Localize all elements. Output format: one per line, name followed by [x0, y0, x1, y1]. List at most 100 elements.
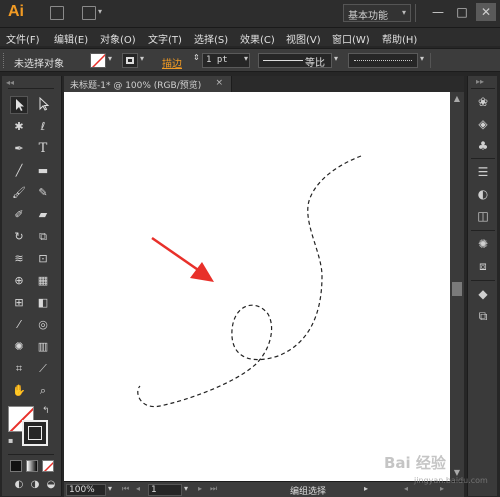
document-tab-bar: 未标题-1* @ 100% (RGB/预览) × [64, 76, 464, 92]
bridge-icon[interactable] [50, 6, 64, 20]
graphic-styles-icon[interactable]: ⧈ [475, 258, 491, 274]
close-tab-icon[interactable]: × [215, 78, 223, 88]
variable-width-profile[interactable]: 等比 [258, 53, 332, 69]
color-mode-icon[interactable] [10, 460, 22, 472]
symbol-sprayer-tool-icon[interactable]: ✺ [10, 338, 28, 356]
scroll-up-icon[interactable]: ▲ [452, 94, 462, 103]
free-transform-tool-icon[interactable]: ⊡ [34, 250, 52, 268]
next-artboard-icon[interactable]: ▸ [198, 484, 202, 493]
menu-file[interactable]: 文件(F) [6, 31, 40, 46]
direct-selection-tool-icon[interactable] [34, 96, 52, 114]
line-tool-icon[interactable]: ╱ [10, 162, 28, 180]
transparency-icon[interactable]: ◫ [475, 208, 491, 224]
pen-tool-icon[interactable]: ✒ [10, 140, 28, 158]
swatches-icon[interactable]: ♣ [475, 138, 491, 154]
status-menu-icon[interactable]: ▸ [364, 484, 368, 493]
perspective-grid-tool-icon[interactable]: ▦ [34, 272, 52, 290]
previous-artboard-icon[interactable]: ◂ [136, 484, 140, 493]
menu-window[interactable]: 窗口(W) [332, 31, 370, 46]
menu-effect[interactable]: 效果(C) [240, 31, 275, 46]
first-artboard-icon[interactable]: ⏮ [122, 484, 129, 494]
vertical-scrollbar[interactable]: ▲ ▼ [450, 92, 464, 482]
scroll-thumb[interactable] [452, 282, 462, 296]
color-guide-icon[interactable]: ❀ [475, 94, 491, 110]
chevron-down-icon[interactable]: ▾ [108, 484, 112, 493]
eraser-tool-icon[interactable]: ▰ [34, 206, 52, 224]
last-artboard-icon[interactable]: ⏭ [210, 484, 217, 494]
fill-swatch[interactable] [90, 53, 106, 68]
dashed-path[interactable] [137, 155, 362, 408]
chevron-down-icon[interactable]: ▾ [244, 54, 248, 63]
stroke-color-box[interactable] [22, 420, 48, 446]
chevron-down-icon[interactable]: ▾ [334, 54, 338, 63]
lasso-tool-icon[interactable]: ℓ [34, 118, 52, 136]
maximize-button[interactable]: □ [452, 3, 472, 21]
width-tool-icon[interactable]: ≋ [10, 250, 28, 268]
color-panel-icon[interactable]: ◈ [475, 116, 491, 132]
layers-icon[interactable]: ◆ [475, 286, 491, 302]
appearance-icon[interactable]: ✺ [475, 236, 491, 252]
eyedropper-tool-icon[interactable]: ⁄ [10, 316, 28, 334]
selection-tool-icon[interactable] [10, 96, 28, 114]
divider [8, 454, 54, 455]
artboard[interactable] [64, 92, 450, 482]
menu-select[interactable]: 选择(S) [194, 31, 228, 46]
magic-wand-tool-icon[interactable]: ✱ [10, 118, 28, 136]
chevron-down-icon[interactable]: ▾ [140, 54, 144, 63]
stroke-panel-link[interactable]: 描边 [162, 55, 182, 70]
brush-definition[interactable] [348, 53, 418, 68]
stroke-icon[interactable]: ☰ [475, 164, 491, 180]
stroke-swatch[interactable] [122, 53, 138, 68]
document-tab[interactable]: 未标题-1* @ 100% (RGB/预览) × [64, 76, 232, 92]
draw-inside-icon[interactable]: ◒ [42, 476, 60, 494]
stroke-weight-field[interactable]: 1 pt [202, 53, 250, 68]
scroll-left-icon[interactable]: ◂ [404, 484, 408, 493]
zoom-tool-icon[interactable]: ⌕ [34, 382, 52, 400]
stepper-arrows-icon[interactable]: ⇕ [193, 53, 200, 62]
chevron-down-icon[interactable]: ▾ [184, 484, 188, 493]
mesh-tool-icon[interactable]: ⊞ [10, 294, 28, 312]
chevron-down-icon[interactable]: ▾ [108, 54, 112, 63]
menu-type[interactable]: 文字(T) [148, 31, 182, 46]
zoom-field[interactable]: 100% [66, 484, 106, 496]
artboard-tool-icon[interactable]: ⌗ [10, 360, 28, 378]
watermark-logo: Bai 经验 [384, 454, 446, 472]
artboards-icon[interactable]: ⧉ [475, 308, 491, 324]
minimize-button[interactable]: — [428, 3, 448, 21]
none-mode-icon[interactable] [42, 460, 54, 472]
slice-tool-icon[interactable]: ⟋ [34, 360, 52, 378]
type-tool-icon[interactable]: T [34, 140, 52, 158]
default-fill-stroke-icon[interactable]: ▪ [8, 436, 13, 445]
collapse-icon[interactable]: ◂◂ [6, 78, 14, 87]
grip-handle[interactable] [3, 53, 6, 68]
scroll-right-icon[interactable]: ▸ [440, 484, 444, 493]
scale-tool-icon[interactable]: ⧉ [34, 228, 52, 246]
rectangle-tool-icon[interactable]: ▬ [34, 162, 52, 180]
swap-fill-stroke-icon[interactable]: ↰ [42, 406, 50, 416]
menu-object[interactable]: 对象(O) [100, 31, 136, 46]
canvas-area[interactable]: ▲ ▼ [64, 92, 464, 482]
hand-tool-icon[interactable]: ✋ [10, 382, 28, 400]
gradient-tool-icon[interactable]: ◧ [34, 294, 52, 312]
workspace-switcher[interactable]: 基本功能 ▾ [343, 4, 411, 22]
gradient-mode-icon[interactable] [26, 460, 38, 472]
menu-view[interactable]: 视图(V) [286, 31, 321, 46]
menu-edit[interactable]: 编辑(E) [54, 31, 88, 46]
paintbrush-tool-icon[interactable]: 🖌 [10, 184, 28, 202]
gradient-icon[interactable]: ◐ [475, 186, 491, 202]
close-button[interactable]: ✕ [476, 3, 496, 21]
workspace-label: 基本功能 [348, 11, 388, 22]
pencil-tool-icon[interactable]: ✎ [34, 184, 52, 202]
artboard-number-field[interactable]: 1 [148, 484, 182, 496]
expand-panels-icon[interactable]: ▸▸ [476, 77, 484, 86]
separator [430, 53, 431, 68]
column-graph-tool-icon[interactable]: ▥ [34, 338, 52, 356]
chevron-down-icon[interactable]: ▾ [420, 54, 424, 63]
arrange-documents-icon[interactable] [82, 6, 96, 20]
shape-builder-tool-icon[interactable]: ⊕ [10, 272, 28, 290]
blob-brush-tool-icon[interactable]: ✐ [10, 206, 28, 224]
blend-tool-icon[interactable]: ◎ [34, 316, 52, 334]
rotate-tool-icon[interactable]: ↻ [10, 228, 28, 246]
menu-help[interactable]: 帮助(H) [382, 31, 417, 46]
chevron-down-icon[interactable]: ▾ [98, 7, 102, 16]
